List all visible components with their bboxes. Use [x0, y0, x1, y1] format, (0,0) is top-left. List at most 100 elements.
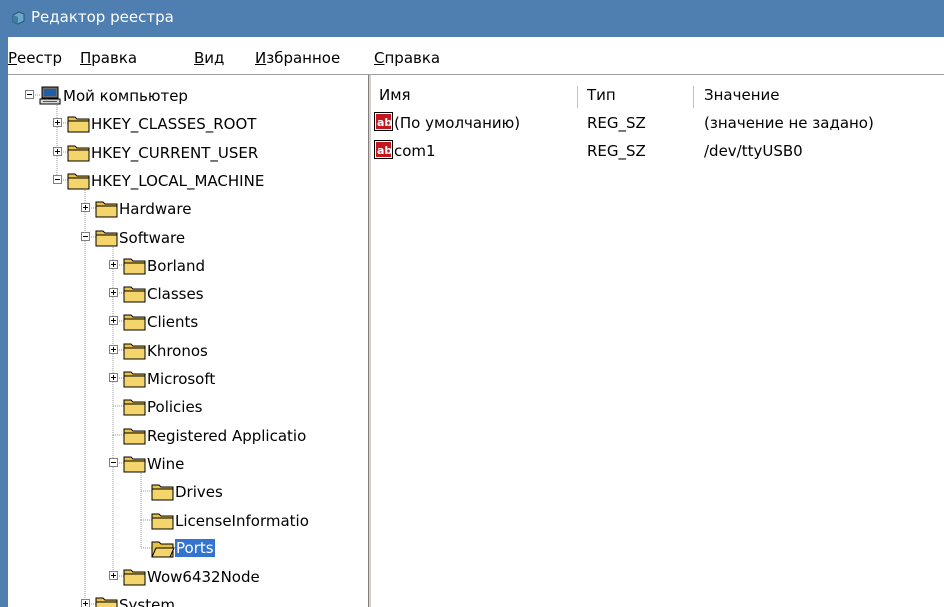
folder-icon [67, 171, 91, 194]
folder-icon [123, 341, 147, 364]
tree-node-label: Hardware [119, 200, 192, 219]
collapse-minus-icon[interactable] [109, 457, 118, 467]
tree-node[interactable]: LicenseInformatio [8, 508, 368, 534]
column-header-value[interactable]: Значение [704, 86, 780, 104]
menu-accelerator: Р [8, 49, 18, 67]
menu-item-3[interactable]: Избранное [255, 49, 340, 67]
values-list[interactable]: Имя Тип Значение ab (По умолчанию) REG_S… [371, 75, 944, 607]
column-divider[interactable] [693, 86, 694, 108]
collapse-minus-icon[interactable] [25, 90, 34, 99]
column-header-type[interactable]: Тип [587, 86, 616, 104]
registry-tree[interactable]: Мой компьютер HKEY_CLASSES_ROOT HKEY_CURRE… [8, 75, 368, 607]
menu-item-0[interactable]: Реестр [8, 49, 62, 67]
folder-icon [95, 228, 119, 251]
string-value-icon: ab [374, 140, 393, 159]
menu-bar: Реестр Правка Вид Избранное Справка [8, 37, 944, 74]
folder-icon [123, 567, 147, 590]
collapse-minus-icon[interactable] [53, 174, 62, 184]
tree-node-label: Clients [147, 313, 199, 332]
folder-icon [123, 369, 147, 392]
folder-icon [123, 454, 147, 477]
tree-node[interactable]: System [8, 592, 368, 607]
menu-label-rest: збранное [266, 49, 341, 67]
column-divider[interactable] [577, 86, 578, 108]
menu-item-1[interactable]: Правка [80, 49, 137, 67]
menu-label-rest: ид [204, 49, 225, 67]
menu-accelerator: В [194, 49, 205, 67]
tree-node[interactable]: Wow6432Node [8, 564, 368, 590]
value-name: (По умолчанию) [394, 114, 521, 132]
expand-plus-icon[interactable] [109, 259, 118, 269]
expand-plus-icon[interactable] [53, 118, 62, 128]
tree-node-label: LicenseInformatio [175, 511, 309, 530]
expand-plus-icon[interactable] [109, 316, 118, 326]
tree-node[interactable]: Microsoft [8, 366, 368, 392]
expand-plus-icon[interactable] [53, 146, 62, 156]
tree-node-label: System [119, 596, 175, 607]
expand-plus-icon[interactable] [81, 203, 90, 213]
tree-node-label: HKEY_CURRENT_USER [91, 143, 259, 162]
tree-node[interactable]: Мой компьютер [8, 83, 368, 109]
tree-node-label: Classes [147, 285, 204, 304]
tree-node-label: Wine [147, 454, 185, 473]
value-row[interactable]: ab (По умолчанию) REG_SZ (значение не за… [371, 111, 944, 137]
open-folder-icon [151, 539, 175, 562]
folder-icon [151, 511, 175, 534]
expand-plus-icon[interactable] [109, 373, 118, 382]
menu-accelerator: И [255, 49, 267, 67]
tree-node-label: Policies [147, 398, 203, 417]
computer-icon [39, 86, 61, 110]
tree-node[interactable]: Ports [8, 536, 368, 562]
value-data: (значение не задано) [704, 114, 874, 132]
expand-plus-icon[interactable] [109, 571, 118, 581]
menu-item-4[interactable]: Справка [374, 49, 440, 67]
expand-plus-icon[interactable] [81, 599, 90, 607]
value-type: REG_SZ [587, 142, 646, 160]
tree-node[interactable]: Khronos [8, 338, 368, 364]
menu-item-2[interactable]: Вид [194, 49, 224, 67]
tree-node[interactable]: Hardware [8, 196, 368, 222]
window-title: Редактор реестра [31, 8, 174, 26]
tree-node-label: HKEY_LOCAL_MACHINE [91, 171, 265, 190]
folder-icon [151, 482, 175, 505]
string-value-icon: ab [374, 112, 393, 131]
tree-node[interactable]: Borland [8, 253, 368, 279]
registry-app-icon [12, 11, 25, 25]
tree-node-label: Software [119, 228, 186, 247]
tree-node[interactable]: HKEY_LOCAL_MACHINE [8, 168, 368, 194]
expand-plus-icon[interactable] [109, 344, 118, 354]
tree-node[interactable]: HKEY_CLASSES_ROOT [8, 111, 368, 137]
expand-plus-icon[interactable] [109, 288, 118, 298]
tree-node[interactable]: Software [8, 225, 368, 251]
folder-icon [123, 312, 147, 335]
title-bar: Редактор реестра [0, 0, 944, 37]
folder-icon [123, 256, 147, 279]
menu-label-rest: равка [91, 49, 138, 67]
folder-icon [95, 595, 119, 607]
collapse-minus-icon[interactable] [81, 231, 90, 241]
column-header-name[interactable]: Имя [379, 86, 411, 104]
folder-icon [67, 114, 91, 137]
tree-node[interactable]: Classes [8, 281, 368, 307]
folder-icon [95, 199, 119, 222]
tree-node-label: Khronos [147, 341, 208, 360]
menu-label-rest: еестр [17, 49, 63, 67]
tree-node-label: Borland [147, 256, 206, 275]
value-row[interactable]: ab com1 REG_SZ /dev/ttyUSB0 [371, 139, 944, 165]
tree-node[interactable]: HKEY_CURRENT_USER [8, 140, 368, 166]
window-frame-left [0, 37, 8, 607]
tree-node[interactable]: Policies [8, 394, 368, 420]
tree-node[interactable]: Drives [8, 479, 368, 505]
tree-node[interactable]: Clients [8, 309, 368, 335]
value-data: /dev/ttyUSB0 [704, 142, 803, 160]
value-type: REG_SZ [587, 114, 646, 132]
folder-icon [123, 397, 147, 420]
tree-node-label: Registered Applicatio [147, 426, 307, 445]
folder-icon [67, 143, 91, 166]
tree-node[interactable]: Registered Applicatio [8, 423, 368, 449]
tree-node-label: HKEY_CLASSES_ROOT [91, 115, 257, 134]
tree-node[interactable]: Wine [8, 451, 368, 477]
folder-icon [123, 426, 147, 449]
value-name: com1 [394, 142, 436, 160]
tree-node-label: Wow6432Node [147, 568, 260, 587]
